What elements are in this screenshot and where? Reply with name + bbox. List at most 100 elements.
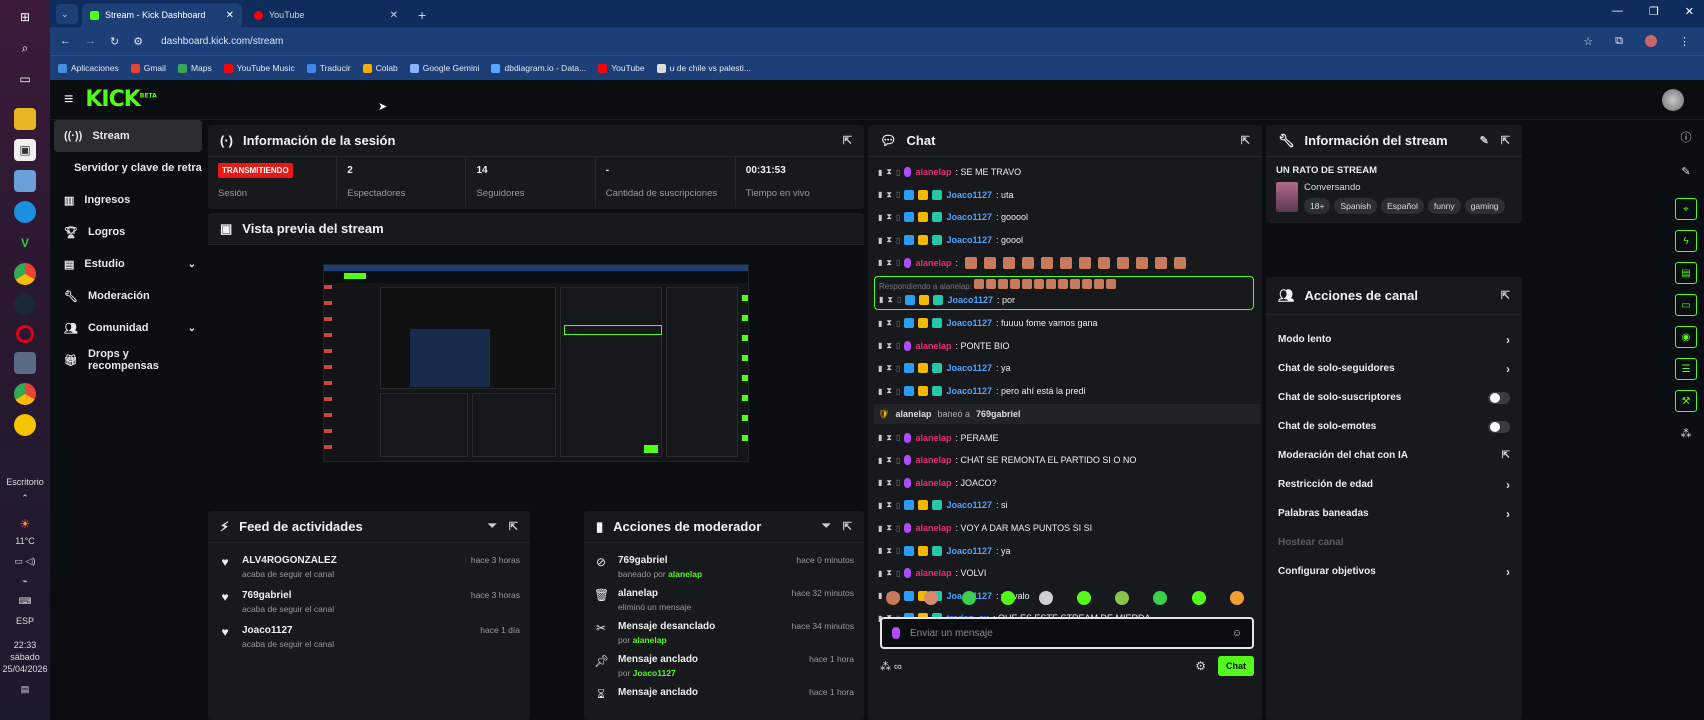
- emote-icon[interactable]: [1038, 591, 1053, 605]
- edge-icon[interactable]: [14, 201, 36, 223]
- chrome-active-icon[interactable]: [14, 352, 36, 374]
- chrome-icon[interactable]: [14, 263, 36, 285]
- info-icon[interactable]: ⓘ: [1675, 126, 1697, 148]
- sidebar-item-drops[interactable]: 🎁︎ Drops y recompensas: [54, 344, 202, 376]
- bookmark-item[interactable]: Traducir: [306, 63, 351, 73]
- bookmark-star-icon[interactable]: ☆: [1583, 35, 1593, 48]
- channel-action-0[interactable]: Modo lento ›: [1266, 325, 1522, 354]
- emote-icon[interactable]: [962, 591, 977, 605]
- feed-user[interactable]: 769gabriel: [242, 590, 334, 601]
- mod-action-title[interactable]: Mensaje anclado: [618, 654, 698, 665]
- wrench-icon[interactable]: ⚒: [1675, 390, 1697, 412]
- ban-user-icon[interactable]: ▯: [896, 258, 900, 267]
- user-avatar[interactable]: [1662, 89, 1684, 111]
- chat-username[interactable]: alanelap: [915, 341, 951, 351]
- stream-tag[interactable]: Spanish: [1334, 198, 1378, 214]
- sidebar-item-moderacion[interactable]: 🔧︎ Moderación: [54, 280, 202, 312]
- sidebar-item-logros[interactable]: 🏆︎ Logros: [54, 216, 202, 248]
- delete-message-icon[interactable]: ▮: [878, 341, 882, 350]
- ban-user-icon[interactable]: ▯: [896, 524, 900, 533]
- ban-user-icon[interactable]: ▯: [896, 501, 900, 510]
- emote-icon[interactable]: [1229, 591, 1244, 605]
- chat-username[interactable]: Joaco1127: [946, 235, 992, 245]
- category-name[interactable]: Conversando: [1304, 182, 1509, 193]
- bookmark-item[interactable]: Google Gemini: [409, 63, 479, 73]
- tab-youtube[interactable]: YouTube ✕: [246, 3, 406, 27]
- forward-icon[interactable]: →: [85, 35, 96, 47]
- ban-user-icon[interactable]: ▯: [896, 213, 900, 222]
- delete-message-icon[interactable]: ▮: [878, 258, 882, 267]
- emote-icon[interactable]: [1153, 591, 1168, 605]
- delete-message-icon[interactable]: ▮: [878, 433, 882, 442]
- keyboard-icon[interactable]: ⌨: [19, 595, 32, 607]
- ban-user-icon[interactable]: ▯: [896, 478, 900, 487]
- ban-user-icon[interactable]: ▯: [896, 569, 900, 578]
- chrome-profile-icon[interactable]: [14, 383, 36, 405]
- timeout-icon[interactable]: ⧗: [887, 295, 893, 305]
- windows-start-icon[interactable]: ⊞: [14, 6, 36, 28]
- ban-user-icon[interactable]: ▯: [896, 364, 900, 373]
- chat-settings-icon[interactable]: ⚙: [1195, 659, 1206, 673]
- mod-action-title[interactable]: Mensaje anclado: [618, 687, 698, 698]
- emote-icon[interactable]: [886, 591, 901, 605]
- ban-user-icon[interactable]: ▯: [896, 433, 900, 442]
- feed-user[interactable]: Joaco1127: [242, 625, 334, 636]
- chat-username[interactable]: Joaco1127: [946, 212, 992, 222]
- timeout-icon[interactable]: ⧗: [886, 433, 892, 443]
- mod-action-title[interactable]: 769gabriel: [618, 555, 702, 566]
- chat-username[interactable]: alanelap: [915, 455, 951, 465]
- new-tab-button[interactable]: +: [410, 3, 434, 27]
- emote-icon[interactable]: [1115, 591, 1130, 605]
- search-icon[interactable]: ⌕: [14, 37, 36, 59]
- send-chat-button[interactable]: Chat: [1218, 656, 1254, 676]
- url-field[interactable]: dashboard.kick.com/stream: [161, 36, 283, 47]
- ban-moderator[interactable]: alanelap: [895, 409, 931, 419]
- emote-icon[interactable]: [924, 591, 939, 605]
- chat-username[interactable]: alanelap: [915, 433, 951, 443]
- chat-username[interactable]: alanelap: [915, 478, 951, 488]
- ban-user-icon[interactable]: ▯: [896, 190, 900, 199]
- chat-username[interactable]: alanelap: [915, 258, 951, 268]
- ban-user-icon[interactable]: ▯: [896, 387, 900, 396]
- timeout-icon[interactable]: ⧗: [886, 212, 892, 222]
- channel-action-5[interactable]: Restricción de edad ›: [1266, 470, 1522, 499]
- channel-action-6[interactable]: Palabras baneadas ›: [1266, 499, 1522, 528]
- clock-time[interactable]: 22:33: [14, 639, 37, 651]
- ban-user-icon[interactable]: ▯: [896, 546, 900, 555]
- emote-icon[interactable]: [1000, 591, 1015, 605]
- ban-user-icon[interactable]: ▯: [896, 456, 900, 465]
- filter-icon[interactable]: ⏷: [488, 520, 497, 533]
- chat-username[interactable]: Joaco1127: [946, 546, 992, 556]
- chat-username[interactable]: Joaco1127: [946, 386, 992, 396]
- stream-tag[interactable]: Español: [1381, 198, 1424, 214]
- chat-input[interactable]: Enviar un mensaje ☺: [880, 617, 1254, 649]
- kick-logo[interactable]: KICKBETA: [85, 87, 156, 112]
- chat-username[interactable]: Joaco1127: [947, 295, 993, 305]
- ban-user-icon[interactable]: ▯: [896, 341, 900, 350]
- timeout-icon[interactable]: ⧗: [886, 363, 892, 373]
- chat-username[interactable]: Joaco1127: [946, 500, 992, 510]
- timeout-icon[interactable]: ⧗: [886, 235, 892, 245]
- popout-icon[interactable]: ⇱: [843, 520, 852, 533]
- sidebar-item-comunidad[interactable]: 👥︎ Comunidad ⌄: [54, 312, 202, 344]
- delete-message-icon[interactable]: ▮: [878, 456, 882, 465]
- mod-action-title[interactable]: alanelap: [618, 588, 691, 599]
- timeout-icon[interactable]: ⧗: [886, 500, 892, 510]
- popout-icon[interactable]: ⇱: [843, 134, 852, 147]
- ban-user-icon[interactable]: ▯: [896, 319, 900, 328]
- sidebar-item-server-key[interactable]: Servidor y clave de retransmisión: [54, 152, 202, 184]
- timeout-icon[interactable]: ⧗: [886, 455, 892, 465]
- channel-action-8[interactable]: Configurar objetivos ›: [1266, 557, 1522, 586]
- delete-message-icon[interactable]: ▮: [878, 236, 882, 245]
- site-info-icon[interactable]: ⚙: [133, 35, 143, 48]
- emoji-picker-icon[interactable]: ☺: [1232, 628, 1242, 639]
- delete-message-icon[interactable]: ▮: [878, 364, 882, 373]
- emote-icon[interactable]: [1077, 591, 1092, 605]
- server-icon[interactable]: ☰: [1675, 358, 1697, 380]
- mod-list-icon[interactable]: ▤: [1675, 262, 1697, 284]
- tab-menu-button[interactable]: ⌄: [56, 4, 78, 24]
- restore-icon[interactable]: ❐: [1649, 5, 1659, 18]
- chat-username[interactable]: alanelap: [915, 167, 951, 177]
- sidebar-item-estudio[interactable]: ▤ Estudio ⌄: [54, 248, 202, 280]
- menu-kebab-icon[interactable]: ⋮: [1679, 35, 1690, 48]
